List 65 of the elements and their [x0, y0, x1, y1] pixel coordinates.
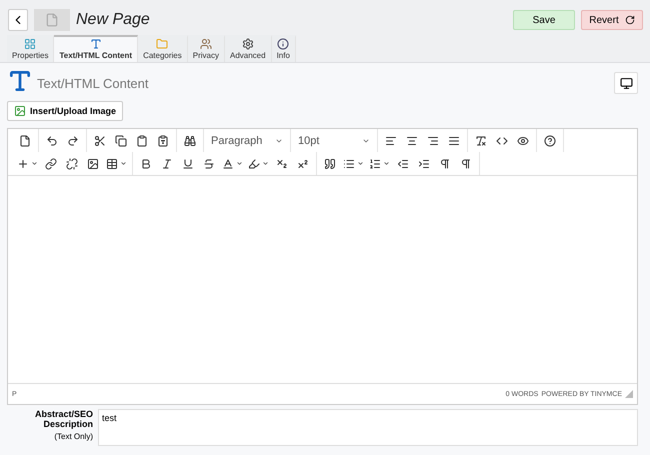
- outdent-icon: [397, 158, 409, 170]
- font-size-dropdown[interactable]: 10pt: [294, 130, 374, 150]
- caret-icon: [120, 160, 127, 167]
- superscript-icon: [297, 158, 309, 170]
- align-right-icon: [427, 134, 439, 146]
- field-label: Abstract/SEO Description: [34, 409, 93, 429]
- paste-icon: [136, 134, 148, 146]
- folder-icon: [156, 38, 168, 50]
- people-icon: [200, 38, 212, 50]
- grid-icon: [24, 38, 36, 50]
- quote-icon: [324, 158, 336, 170]
- letter-t-icon: [90, 38, 102, 50]
- underline-icon: [182, 158, 194, 170]
- save-button[interactable]: Save: [513, 10, 575, 30]
- field-note: (Text Only): [54, 432, 93, 441]
- settings-icon: [242, 38, 254, 50]
- preview-button[interactable]: [614, 72, 638, 94]
- document-icon: [45, 13, 59, 27]
- redo-icon: [624, 15, 635, 25]
- unlink-icon: [66, 158, 78, 170]
- code-icon: [496, 134, 508, 146]
- monitor-icon: [620, 76, 632, 90]
- revert-button[interactable]: Revert: [581, 10, 643, 30]
- binoculars-icon: [184, 134, 196, 146]
- undo-icon: [46, 134, 58, 146]
- help-icon: [544, 134, 556, 146]
- insert-image-button[interactable]: Insert/Upload Image: [7, 101, 124, 121]
- indent-icon: [418, 158, 430, 170]
- redo-icon: [67, 134, 79, 146]
- cut-icon: [94, 134, 106, 146]
- block-format-dropdown[interactable]: Paragraph: [207, 130, 287, 150]
- numbered-list-icon: [369, 158, 381, 170]
- back-button[interactable]: [8, 9, 28, 31]
- info-icon: [277, 38, 290, 50]
- bold-icon: [140, 158, 152, 170]
- image-icon: [87, 158, 99, 170]
- tab[interactable]: Text/HTML Content: [54, 35, 138, 62]
- new-document-icon: [19, 134, 31, 146]
- caret-icon: [357, 160, 364, 167]
- italic-icon: [161, 158, 173, 170]
- link-icon: [45, 158, 57, 170]
- caret-icon: [262, 160, 269, 167]
- table-icon: [106, 158, 118, 170]
- paste-text-icon: [157, 134, 169, 146]
- copy-icon: [115, 134, 127, 146]
- subscript-icon: [276, 158, 288, 170]
- caret-icon: [236, 160, 243, 167]
- resize-grip-icon[interactable]: [625, 390, 633, 398]
- description-field[interactable]: test: [98, 409, 638, 446]
- caret-icon: [31, 160, 38, 167]
- plus-icon: [17, 158, 29, 170]
- clear-formatting-icon: [475, 134, 487, 146]
- strikethrough-icon: [203, 158, 215, 170]
- align-left-icon: [385, 134, 397, 146]
- eye-icon: [517, 134, 529, 146]
- caret-icon: [383, 160, 390, 167]
- align-center-icon: [406, 134, 418, 146]
- align-justify-icon: [448, 134, 460, 146]
- pilcrow-icon: [460, 158, 472, 170]
- section-title: Text/HTML Content: [37, 76, 150, 90]
- highlight-icon: [248, 158, 260, 170]
- page-title: New Page: [76, 11, 151, 29]
- text-color-icon: [222, 158, 234, 170]
- image-icon: [14, 105, 26, 117]
- pilcrow-icon: [439, 158, 451, 170]
